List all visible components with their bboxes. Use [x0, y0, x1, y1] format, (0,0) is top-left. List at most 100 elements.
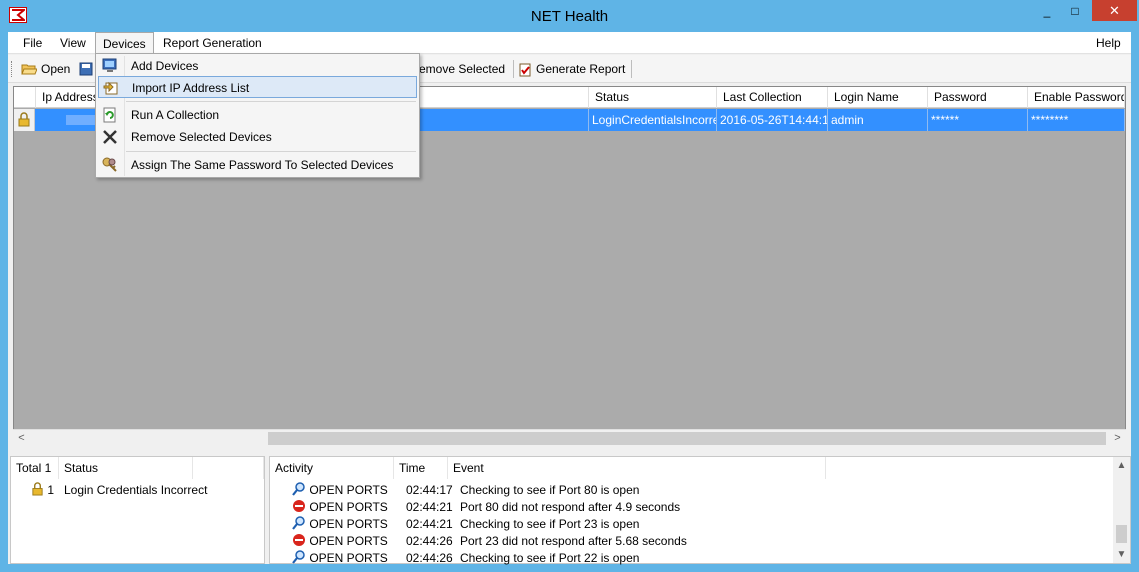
- minimize-button[interactable]: _: [1040, 0, 1054, 22]
- header-status[interactable]: Status: [59, 457, 193, 479]
- menu-devices[interactable]: Devices: [95, 32, 154, 55]
- bottom-panel: Total 1 Status 1 Login Credentials Incor…: [8, 452, 1131, 567]
- column-enable-password[interactable]: Enable Password: [1028, 87, 1125, 108]
- log-row[interactable]: OPEN PORTS: [292, 499, 388, 516]
- header-time[interactable]: Time: [394, 457, 448, 479]
- cell-last-collection[interactable]: 2016-05-26T14:44:12: [717, 109, 828, 131]
- generate-report-label: Generate Report: [536, 62, 626, 76]
- log-time: 02:44:21: [406, 500, 453, 514]
- menu-separator: [126, 151, 416, 152]
- menu-item-run-a-collection[interactable]: Run A Collection: [98, 104, 417, 126]
- cell-enable-password[interactable]: ********: [1028, 109, 1125, 131]
- header-total[interactable]: Total 1: [11, 457, 59, 479]
- log-time: 02:44:26: [406, 551, 453, 565]
- summary-list[interactable]: Total 1 Status 1 Login Credentials Incor…: [10, 456, 265, 564]
- stop-icon: [293, 500, 305, 512]
- log-activity: OPEN PORTS: [309, 500, 388, 514]
- open-button[interactable]: Open: [21, 59, 70, 79]
- scroll-up-icon[interactable]: ▲: [1113, 457, 1130, 474]
- window-title: NET Health: [530, 8, 609, 25]
- maximize-button[interactable]: □: [1068, 0, 1082, 22]
- remove-selected-label: emove Selected: [419, 62, 506, 76]
- monitor-icon: [102, 58, 117, 72]
- log-event: Checking to see if Port 23 is open: [460, 517, 640, 531]
- menu-item-import-ip-address-list[interactable]: Import IP Address List: [98, 76, 417, 98]
- log-row[interactable]: OPEN PORTS: [292, 550, 388, 567]
- log-activity: OPEN PORTS: [309, 534, 388, 548]
- report-icon: [519, 63, 531, 76]
- menu-item-add-devices[interactable]: Add Devices: [98, 55, 417, 77]
- toolbar-separator: [631, 60, 632, 78]
- log-time: 02:44:26: [406, 534, 453, 548]
- generate-report-button[interactable]: Generate Report: [518, 59, 625, 79]
- log-event: Checking to see if Port 80 is open: [460, 483, 640, 497]
- menu-item-assign-same-password[interactable]: Assign The Same Password To Selected Dev…: [98, 154, 417, 176]
- activity-log[interactable]: Activity Time Event OPEN PORTS 02:44:17 …: [269, 456, 1131, 567]
- import-icon: [103, 81, 118, 95]
- save-button[interactable]: [79, 59, 93, 79]
- scroll-right-icon[interactable]: >: [1109, 430, 1126, 447]
- log-activity: OPEN PORTS: [309, 483, 388, 497]
- header-event[interactable]: Event: [448, 457, 826, 479]
- menu-item-label: Assign The Same Password To Selected Dev…: [131, 158, 394, 172]
- menu-item-label: Add Devices: [131, 59, 199, 73]
- column-password[interactable]: Password: [928, 87, 1028, 108]
- open-label: Open: [41, 62, 71, 76]
- title-bar[interactable]: NET Health _ □ ✕: [0, 0, 1139, 32]
- remove-selected-button[interactable]: emove Selected: [419, 59, 505, 79]
- refresh-icon: [103, 107, 116, 123]
- scrollbar-thumb[interactable]: [268, 432, 1106, 445]
- scroll-down-icon[interactable]: ▼: [1113, 546, 1130, 563]
- menu-view[interactable]: View: [53, 32, 93, 54]
- list-item[interactable]: 1: [31, 482, 54, 499]
- log-event: Checking to see if Port 22 is open: [460, 551, 640, 565]
- horizontal-scrollbar[interactable]: < >: [13, 429, 1126, 447]
- cell-status[interactable]: LoginCredentialsIncorrect: [589, 109, 717, 131]
- scrollbar-thumb[interactable]: [1116, 525, 1127, 543]
- log-time: 02:44:21: [406, 517, 453, 531]
- lock-icon: [32, 482, 43, 496]
- cell-password[interactable]: ******: [928, 109, 1028, 131]
- menu-separator: [126, 101, 416, 102]
- devices-menu: Add Devices Import IP Address List Run A…: [95, 53, 420, 178]
- x-icon: [103, 130, 117, 144]
- header-spare: [193, 457, 264, 479]
- magnifier-icon: [292, 516, 305, 530]
- save-icon: [79, 62, 93, 76]
- menu-item-remove-selected-devices[interactable]: Remove Selected Devices: [98, 126, 417, 148]
- log-row[interactable]: OPEN PORTS: [292, 482, 388, 499]
- log-activity: OPEN PORTS: [309, 551, 388, 565]
- column-status[interactable]: Status: [589, 87, 717, 108]
- menu-item-label: Import IP Address List: [132, 81, 250, 95]
- log-event: Port 23 did not respond after 5.68 secon…: [460, 534, 687, 548]
- header-activity[interactable]: Activity: [270, 457, 394, 479]
- summary-count: 1: [47, 483, 55, 497]
- menu-help[interactable]: Help: [1089, 32, 1128, 54]
- folder-open-icon: [21, 64, 37, 75]
- menu-file[interactable]: File: [16, 32, 49, 54]
- cell-login-name[interactable]: admin: [828, 109, 928, 131]
- column-login-name[interactable]: Login Name: [828, 87, 928, 108]
- row-header[interactable]: [14, 109, 35, 131]
- toolbar-grip[interactable]: [11, 61, 14, 77]
- lock-icon: [18, 112, 30, 127]
- log-row[interactable]: OPEN PORTS: [292, 516, 388, 533]
- magnifier-icon: [292, 550, 305, 564]
- log-time: 02:44:17: [406, 483, 453, 497]
- menu-report-generation[interactable]: Report Generation: [156, 32, 269, 54]
- column-last-collection[interactable]: Last Collection: [717, 87, 828, 108]
- menu-bar: File View Devices Report Generation Help: [8, 32, 1131, 55]
- header-spare: [826, 457, 1114, 479]
- toolbar-separator: [513, 60, 514, 78]
- stop-icon: [293, 534, 305, 546]
- log-row[interactable]: OPEN PORTS: [292, 533, 388, 550]
- close-button[interactable]: ✕: [1092, 0, 1137, 21]
- log-event: Port 80 did not respond after 4.9 second…: [460, 500, 681, 514]
- menu-item-label: Remove Selected Devices: [131, 130, 272, 144]
- vertical-scrollbar[interactable]: ▲ ▼: [1113, 457, 1130, 563]
- magnifier-icon: [292, 482, 305, 496]
- scroll-left-icon[interactable]: <: [13, 430, 30, 447]
- menu-item-label: Run A Collection: [131, 108, 220, 122]
- grid-corner: [14, 87, 36, 108]
- log-activity: OPEN PORTS: [309, 517, 388, 531]
